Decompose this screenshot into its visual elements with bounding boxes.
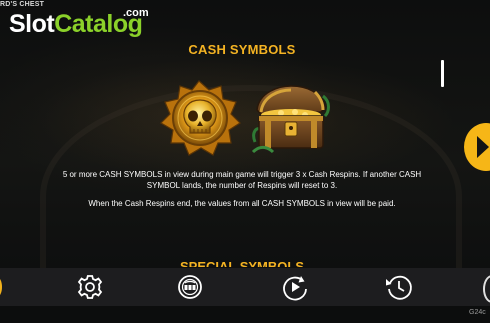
- scroll-indicator[interactable]: [441, 60, 444, 87]
- gold-skull-coin-icon: [160, 80, 241, 156]
- cash-respins-description: 5 or more CASH SYMBOLS in view during ma…: [62, 170, 422, 190]
- paytable-icon[interactable]: [174, 272, 206, 302]
- watermark: G24c: [469, 309, 486, 316]
- logo-com-text: .com: [123, 7, 149, 19]
- section-title: CASH SYMBOLS: [188, 42, 296, 57]
- play-icon: [477, 136, 489, 158]
- logo-slot-text: Slot: [9, 10, 55, 38]
- history-icon[interactable]: [383, 272, 415, 302]
- treasure-chest-icon: [251, 85, 330, 154]
- game-background: [0, 0, 490, 271]
- settings-gear-icon[interactable]: [74, 272, 106, 302]
- next-section-title: SPECIAL SYMBOLS: [179, 259, 304, 267]
- autoplay-icon[interactable]: [279, 272, 311, 302]
- cash-payout-description: When the Cash Respins end, the values fr…: [88, 199, 396, 208]
- game-title: RD'S CHEST: [0, 1, 45, 8]
